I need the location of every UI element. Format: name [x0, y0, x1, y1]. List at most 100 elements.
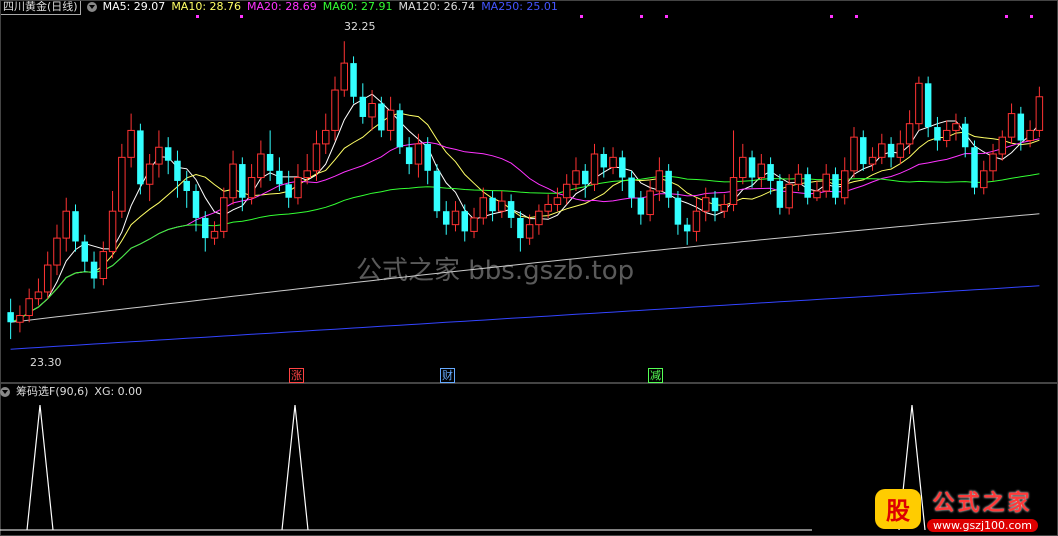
- candle-body: [729, 177, 738, 205]
- signal-marker: [665, 15, 668, 18]
- candle-body: [860, 137, 867, 165]
- candle-body: [155, 146, 163, 165]
- logo-name: 公式之家: [932, 491, 1033, 516]
- candle-body: [767, 164, 774, 181]
- indicator-legend-bar: 筹码选F(90,6) XG: 0.00: [0, 385, 148, 399]
- candle-body: [127, 129, 135, 158]
- candle-body: [498, 200, 506, 212]
- candle-body: [350, 63, 357, 97]
- candle-body: [600, 153, 608, 168]
- signal-marker: [580, 15, 583, 18]
- candle-body: [739, 156, 747, 179]
- candle-body: [1035, 96, 1044, 131]
- event-marker-reduce[interactable]: 减: [648, 368, 663, 383]
- signal-marker: [196, 15, 199, 18]
- candle-body: [331, 89, 339, 131]
- watermark-text: 公式之家 bbs.gszb.top: [356, 256, 635, 286]
- candle-body: [442, 211, 450, 225]
- candle-body: [609, 156, 617, 168]
- indicator-dropdown-icon[interactable]: [0, 387, 10, 397]
- candle-body: [553, 197, 562, 205]
- indicator-value: XG: 0.00: [94, 385, 143, 398]
- candle-body: [665, 170, 672, 198]
- candle-body: [674, 197, 682, 225]
- candle-body: [43, 264, 52, 293]
- candle-body: [257, 153, 265, 179]
- candle-body: [832, 174, 839, 198]
- candle-body: [90, 261, 98, 279]
- high-price-label: 32.25: [344, 20, 376, 33]
- candle-body: [192, 191, 200, 218]
- candle-body: [934, 127, 941, 141]
- candle-body: [1017, 113, 1025, 141]
- candle-body: [581, 170, 589, 185]
- candle-body: [572, 170, 580, 185]
- event-marker-up[interactable]: 涨: [289, 368, 304, 383]
- candle-body: [396, 110, 404, 148]
- candle-body: [294, 177, 302, 199]
- candle-body: [544, 203, 552, 212]
- candle-body: [655, 170, 664, 192]
- candle-body: [646, 190, 654, 216]
- candle-body: [145, 163, 154, 185]
- candle-body: [7, 312, 14, 323]
- candle-body: [794, 173, 803, 185]
- candle-body: [850, 136, 858, 172]
- candle-body: [952, 123, 960, 131]
- xg-spike: [26, 404, 54, 531]
- candle-body: [776, 180, 784, 208]
- candle-body: [525, 224, 534, 239]
- candle-body: [312, 143, 321, 172]
- candle-body: [81, 241, 89, 262]
- ma60-line: [10, 173, 1040, 323]
- candle-body: [628, 177, 635, 198]
- candle-body: [470, 217, 478, 232]
- site-logo: 股 公式之家 www.gszj100.com: [874, 485, 1038, 532]
- candle-body: [479, 197, 488, 219]
- candle-body: [748, 157, 756, 178]
- indicator-name[interactable]: 筹码选F(90,6): [16, 385, 88, 399]
- candle-body: [878, 143, 886, 158]
- candle-body: [757, 163, 766, 179]
- candle-body: [924, 83, 932, 128]
- candle-body: [813, 190, 821, 199]
- candle-body: [340, 62, 349, 91]
- candle-body: [1026, 129, 1034, 142]
- ma5-line: [10, 93, 1040, 323]
- candle-body: [590, 153, 599, 185]
- candle-body: [359, 96, 367, 117]
- candle-body: [247, 177, 256, 199]
- candle-body: [905, 123, 914, 145]
- candle-body: [989, 153, 997, 172]
- candle-body: [619, 157, 626, 178]
- candle-body: [229, 163, 237, 199]
- candle-body: [1007, 113, 1016, 138]
- candle-body: [321, 129, 330, 145]
- event-marker-finance[interactable]: 财: [440, 368, 455, 383]
- candle-body: [25, 298, 33, 317]
- candle-body: [980, 170, 988, 189]
- candle-body: [720, 203, 729, 212]
- candle-body: [785, 183, 793, 209]
- signal-marker: [855, 15, 858, 18]
- candle-body: [535, 210, 543, 226]
- candle-body: [405, 147, 413, 165]
- candle-body: [971, 147, 978, 188]
- candle-body: [118, 156, 126, 212]
- candle-body: [461, 211, 469, 232]
- candle-body: [692, 210, 701, 232]
- candle-body: [99, 251, 108, 279]
- candle-body: [433, 170, 441, 212]
- candle-body: [868, 156, 877, 165]
- candle-body: [266, 153, 274, 171]
- candle-body: [202, 217, 209, 239]
- signal-marker: [1030, 15, 1033, 18]
- xg-spike: [281, 404, 309, 531]
- candle-body: [424, 143, 431, 171]
- candle-body: [804, 174, 811, 198]
- logo-badge-icon: 股: [874, 488, 921, 529]
- candle-body: [711, 197, 719, 212]
- stock-chart-window[interactable]: 四川黄金(日线) MA5: 29.07 MA10: 28.76 MA20: 28…: [0, 0, 1058, 536]
- ma250-line: [10, 285, 1040, 350]
- candle-body: [386, 109, 395, 131]
